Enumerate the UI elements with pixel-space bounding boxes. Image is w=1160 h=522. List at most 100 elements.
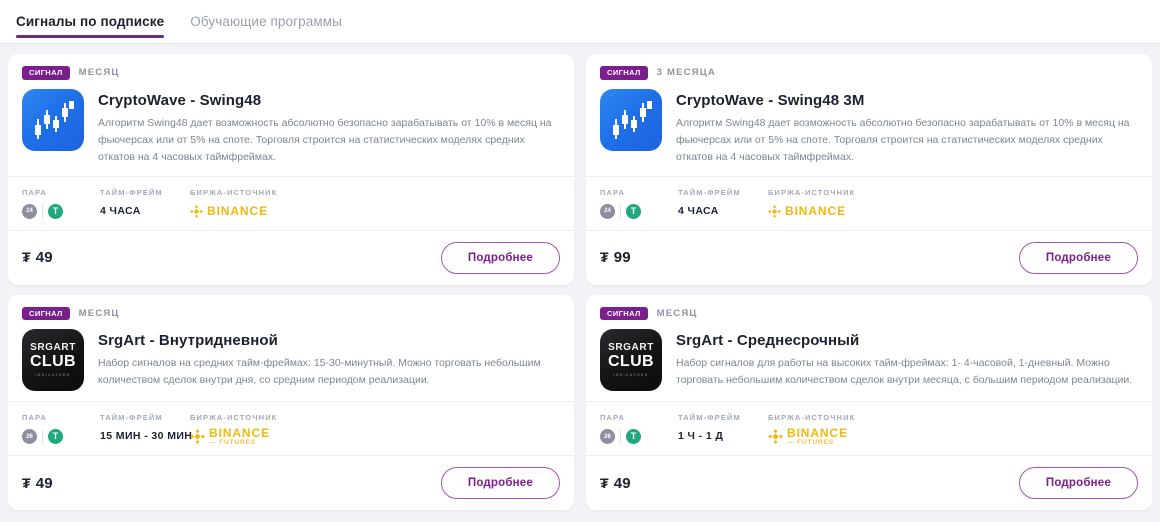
tether-icon: T (626, 203, 641, 219)
signal-card[interactable]: СИГНАЛ МЕСЯЦ CryptoWave - Swing48 Алгори… (8, 54, 574, 285)
tether-icon: T (48, 203, 63, 219)
card-description: Набор сигналов для работы на высоких тай… (676, 357, 1133, 386)
meta-timeframe-value: 4 ЧАСА (100, 204, 141, 217)
meta-pair-label: ПАРА (600, 187, 625, 197)
details-button[interactable]: Подробнее (1018, 241, 1138, 274)
details-button[interactable]: Подробнее (1018, 467, 1138, 499)
binance-text: BINANCE — FUTURES (209, 427, 270, 447)
binance-diamond-icon (190, 429, 205, 444)
currency-symbol: ₮ (22, 474, 31, 491)
card-badges: СИГНАЛ МЕСЯЦ (600, 306, 1138, 320)
coin-count-icon: 26 (600, 429, 615, 444)
currency-symbol: ₮ (600, 249, 609, 265)
meta-exchange-label: БИРЖА-ИСТОЧНИК (768, 187, 856, 197)
binance-futures-sub: — FUTURES (209, 438, 257, 446)
card-main-row: CryptoWave - Swing48 3M Алгоритм Swing48… (600, 88, 1138, 166)
card-title: SrgArt - Среднесрочный (676, 332, 860, 349)
card-title: SrgArt - Внутридневной (98, 332, 278, 349)
card-header: СИГНАЛ МЕСЯЦ SRGART CLUB INDICATORS SrgA… (8, 295, 574, 402)
status-badge: СИГНАЛ (600, 306, 648, 320)
currency-symbol: ₮ (600, 474, 609, 491)
coin-count-icon: 24 (22, 203, 37, 219)
card-footer: ₮ 49 Подробнее (586, 455, 1152, 510)
meta-exchange-label: БИРЖА-ИСТОЧНИК (190, 187, 278, 197)
meta-pair: ПАРА 24 T (22, 188, 100, 220)
binance-diamond-icon (768, 204, 781, 218)
card-description: Алгоритм Swing48 дает возможность абсолю… (676, 116, 1130, 163)
divider (42, 204, 43, 218)
card-title: CryptoWave - Swing48 3M (676, 91, 865, 109)
meta-pair: ПАРА 24 T (600, 188, 678, 220)
binance-name: BINANCE (787, 425, 848, 440)
details-button[interactable]: Подробнее (440, 241, 560, 274)
signal-card[interactable]: СИГНАЛ МЕСЯЦ SRGART CLUB INDICATORS SrgA… (8, 294, 574, 510)
meta-timeframe: ТАЙМ-ФРЕЙМ 1 Ч - 1 Д (678, 413, 768, 445)
meta-pair-label: ПАРА (22, 187, 47, 197)
card-texts: SrgArt - Внутридневной Набор сигналов на… (98, 329, 560, 389)
tether-icon: T (48, 429, 63, 444)
candlestick-chart-icon (613, 100, 652, 139)
coin-count-icon: 24 (600, 203, 615, 219)
binance-name: BINANCE (207, 204, 268, 218)
card-description: Набор сигналов на средних тайм-фреймах: … (98, 357, 541, 386)
meta-timeframe-value: 4 ЧАСА (678, 204, 719, 217)
card-header: СИГНАЛ МЕСЯЦ SRGART CLUB INDICATORS SrgA… (586, 295, 1152, 402)
meta-exchange: БИРЖА-ИСТОЧНИК BINANC (190, 188, 277, 220)
tab-subscription-signals[interactable]: Сигналы по подписке (16, 14, 165, 38)
pair-coins: 24 T (22, 203, 100, 220)
card-price: ₮ 99 (600, 249, 631, 266)
signal-cards-grid: СИГНАЛ МЕСЯЦ CryptoWave - Swing48 Алгори… (0, 44, 1160, 518)
card-footer: ₮ 49 Подробнее (8, 229, 574, 285)
meta-timeframe-value: 1 Ч - 1 Д (678, 430, 724, 442)
page-root: Сигналы по подписке Обучающие программы … (0, 0, 1160, 522)
binance-diamond-icon (768, 429, 783, 444)
card-texts: CryptoWave - Swing48 3M Алгоритм Swing48… (676, 89, 1138, 166)
srgart-logo-top: SRGART (30, 341, 76, 353)
signal-card[interactable]: СИГНАЛ МЕСЯЦ SRGART CLUB INDICATORS SrgA… (586, 294, 1152, 510)
meta-exchange-label: БИРЖА-ИСТОЧНИК (190, 413, 278, 422)
meta-pair-label: ПАРА (22, 413, 47, 422)
binance-diamond-icon (190, 204, 203, 218)
tab-label: Сигналы по подписке (16, 14, 165, 29)
card-footer: ₮ 49 Подробнее (8, 455, 574, 510)
coin-count-icon: 26 (22, 429, 37, 444)
tab-training-programs[interactable]: Обучающие программы (190, 14, 342, 38)
price-value: 49 (35, 249, 53, 266)
meta-timeframe: ТАЙМ-ФРЕЙМ 4 ЧАСА (100, 188, 190, 220)
price-value: 49 (613, 474, 631, 492)
card-texts: SrgArt - Среднесрочный Набор сигналов дл… (676, 329, 1138, 389)
srgart-logo-sub: INDICATORS (35, 373, 71, 378)
divider (42, 430, 43, 443)
srgart-logo-top: SRGART (608, 341, 654, 353)
cryptowave-logo-icon (22, 88, 84, 151)
card-badges: СИГНАЛ 3 МЕСЯЦА (600, 66, 1138, 80)
card-title: CryptoWave - Swing48 (98, 91, 262, 109)
status-badge: СИГНАЛ (22, 66, 70, 80)
meta-exchange: БИРЖА-ИСТОЧНИК BINANC (768, 413, 855, 445)
meta-timeframe: ТАЙМ-ФРЕЙМ 4 ЧАСА (678, 188, 768, 220)
meta-pair: ПАРА 26 T (600, 413, 678, 445)
period-badge: МЕСЯЦ (656, 307, 698, 319)
card-meta-row: ПАРА 26 T ТАЙМ-ФРЕЙМ 1 Ч - 1 Д БИРЖА-ИСТ… (586, 401, 1152, 455)
meta-timeframe: ТАЙМ-ФРЕЙМ 15 МИН - 30 МИН (100, 413, 192, 445)
price-value: 49 (35, 474, 53, 492)
tab-label: Обучающие программы (190, 14, 342, 29)
srgart-logo-mid: CLUB (29, 352, 77, 370)
meta-timeframe-label: ТАЙМ-ФРЕЙМ (678, 187, 741, 197)
binance-futures-sub: — FUTURES (787, 438, 835, 446)
period-badge: 3 МЕСЯЦА (656, 67, 716, 79)
binance-logo: BINANCE (768, 203, 855, 220)
tether-icon: T (626, 429, 641, 444)
divider (620, 204, 621, 218)
details-button[interactable]: Подробнее (440, 467, 560, 499)
srgart-logo-mid: CLUB (607, 352, 655, 370)
binance-text: BINANCE (785, 205, 846, 217)
meta-exchange: БИРЖА-ИСТОЧНИК BINANC (190, 413, 277, 445)
card-header: СИГНАЛ МЕСЯЦ CryptoWave - Swing48 Алгори… (8, 54, 574, 176)
signal-card[interactable]: СИГНАЛ 3 МЕСЯЦА CryptoWave - Swing48 3M … (586, 54, 1152, 285)
binance-text: BINANCE (207, 205, 268, 217)
tab-bar: Сигналы по подписке Обучающие программы (0, 0, 1160, 44)
card-description: Алгоритм Swing48 дает возможность абсолю… (98, 116, 552, 163)
meta-exchange: БИРЖА-ИСТОЧНИК BINANC (768, 188, 855, 220)
price-value: 99 (613, 249, 631, 266)
